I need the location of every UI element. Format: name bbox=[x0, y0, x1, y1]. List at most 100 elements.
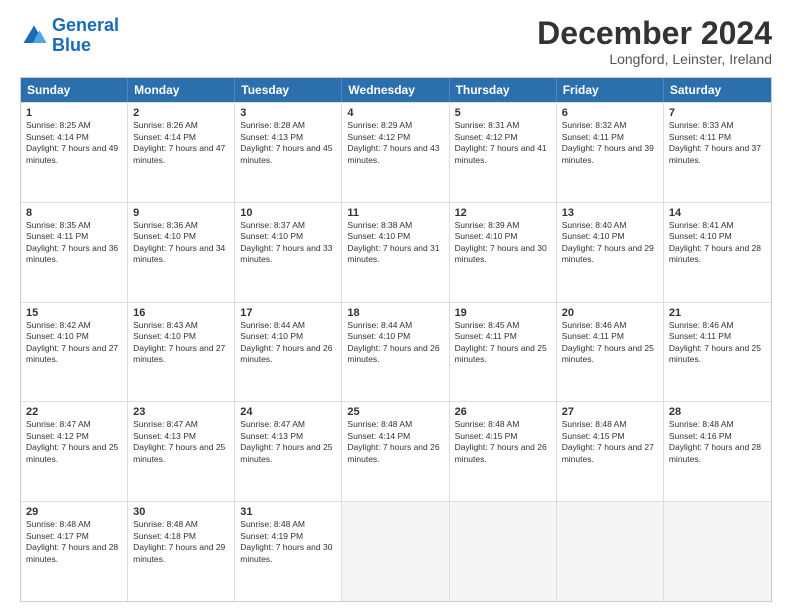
calendar-row: 22Sunrise: 8:47 AM Sunset: 4:12 PM Dayli… bbox=[21, 401, 771, 501]
day-number: 10 bbox=[240, 207, 336, 219]
weekday-header: Sunday bbox=[21, 78, 128, 102]
cell-info: Sunrise: 8:39 AM Sunset: 4:10 PM Dayligh… bbox=[455, 220, 551, 266]
calendar-cell: 28Sunrise: 8:48 AM Sunset: 4:16 PM Dayli… bbox=[664, 402, 771, 501]
logo-icon bbox=[20, 22, 48, 50]
calendar-cell: 26Sunrise: 8:48 AM Sunset: 4:15 PM Dayli… bbox=[450, 402, 557, 501]
cell-info: Sunrise: 8:25 AM Sunset: 4:14 PM Dayligh… bbox=[26, 120, 122, 166]
cell-info: Sunrise: 8:46 AM Sunset: 4:11 PM Dayligh… bbox=[669, 320, 766, 366]
calendar-cell: 6Sunrise: 8:32 AM Sunset: 4:11 PM Daylig… bbox=[557, 103, 664, 202]
calendar-cell: 1Sunrise: 8:25 AM Sunset: 4:14 PM Daylig… bbox=[21, 103, 128, 202]
page: General Blue December 2024 Longford, Lei… bbox=[0, 0, 792, 612]
logo-text: General Blue bbox=[52, 16, 119, 56]
calendar-cell bbox=[450, 502, 557, 601]
day-number: 20 bbox=[562, 307, 658, 319]
calendar-cell: 30Sunrise: 8:48 AM Sunset: 4:18 PM Dayli… bbox=[128, 502, 235, 601]
calendar-cell bbox=[557, 502, 664, 601]
cell-info: Sunrise: 8:32 AM Sunset: 4:11 PM Dayligh… bbox=[562, 120, 658, 166]
calendar-cell: 3Sunrise: 8:28 AM Sunset: 4:13 PM Daylig… bbox=[235, 103, 342, 202]
cell-info: Sunrise: 8:40 AM Sunset: 4:10 PM Dayligh… bbox=[562, 220, 658, 266]
logo-line2: Blue bbox=[52, 35, 91, 55]
day-number: 8 bbox=[26, 207, 122, 219]
calendar-cell: 12Sunrise: 8:39 AM Sunset: 4:10 PM Dayli… bbox=[450, 203, 557, 302]
calendar-body: 1Sunrise: 8:25 AM Sunset: 4:14 PM Daylig… bbox=[21, 102, 771, 601]
day-number: 29 bbox=[26, 506, 122, 518]
calendar-row: 1Sunrise: 8:25 AM Sunset: 4:14 PM Daylig… bbox=[21, 102, 771, 202]
day-number: 16 bbox=[133, 307, 229, 319]
calendar-cell: 16Sunrise: 8:43 AM Sunset: 4:10 PM Dayli… bbox=[128, 303, 235, 402]
day-number: 15 bbox=[26, 307, 122, 319]
cell-info: Sunrise: 8:47 AM Sunset: 4:12 PM Dayligh… bbox=[26, 419, 122, 465]
calendar-cell: 20Sunrise: 8:46 AM Sunset: 4:11 PM Dayli… bbox=[557, 303, 664, 402]
weekday-header: Wednesday bbox=[342, 78, 449, 102]
calendar-cell: 31Sunrise: 8:48 AM Sunset: 4:19 PM Dayli… bbox=[235, 502, 342, 601]
cell-info: Sunrise: 8:44 AM Sunset: 4:10 PM Dayligh… bbox=[240, 320, 336, 366]
calendar-cell: 7Sunrise: 8:33 AM Sunset: 4:11 PM Daylig… bbox=[664, 103, 771, 202]
day-number: 26 bbox=[455, 406, 551, 418]
day-number: 31 bbox=[240, 506, 336, 518]
day-number: 18 bbox=[347, 307, 443, 319]
day-number: 12 bbox=[455, 207, 551, 219]
cell-info: Sunrise: 8:28 AM Sunset: 4:13 PM Dayligh… bbox=[240, 120, 336, 166]
day-number: 23 bbox=[133, 406, 229, 418]
calendar-cell bbox=[664, 502, 771, 601]
calendar-cell: 19Sunrise: 8:45 AM Sunset: 4:11 PM Dayli… bbox=[450, 303, 557, 402]
day-number: 19 bbox=[455, 307, 551, 319]
cell-info: Sunrise: 8:37 AM Sunset: 4:10 PM Dayligh… bbox=[240, 220, 336, 266]
cell-info: Sunrise: 8:48 AM Sunset: 4:15 PM Dayligh… bbox=[455, 419, 551, 465]
day-number: 13 bbox=[562, 207, 658, 219]
calendar-cell: 11Sunrise: 8:38 AM Sunset: 4:10 PM Dayli… bbox=[342, 203, 449, 302]
cell-info: Sunrise: 8:43 AM Sunset: 4:10 PM Dayligh… bbox=[133, 320, 229, 366]
logo: General Blue bbox=[20, 16, 119, 56]
cell-info: Sunrise: 8:46 AM Sunset: 4:11 PM Dayligh… bbox=[562, 320, 658, 366]
cell-info: Sunrise: 8:48 AM Sunset: 4:18 PM Dayligh… bbox=[133, 519, 229, 565]
calendar-cell: 2Sunrise: 8:26 AM Sunset: 4:14 PM Daylig… bbox=[128, 103, 235, 202]
day-number: 2 bbox=[133, 107, 229, 119]
weekday-header: Saturday bbox=[664, 78, 771, 102]
title-section: December 2024 Longford, Leinster, Irelan… bbox=[537, 16, 772, 67]
day-number: 21 bbox=[669, 307, 766, 319]
calendar-cell: 18Sunrise: 8:44 AM Sunset: 4:10 PM Dayli… bbox=[342, 303, 449, 402]
day-number: 22 bbox=[26, 406, 122, 418]
logo-line1: General bbox=[52, 15, 119, 35]
location: Longford, Leinster, Ireland bbox=[537, 51, 772, 67]
cell-info: Sunrise: 8:31 AM Sunset: 4:12 PM Dayligh… bbox=[455, 120, 551, 166]
calendar-cell: 29Sunrise: 8:48 AM Sunset: 4:17 PM Dayli… bbox=[21, 502, 128, 601]
day-number: 30 bbox=[133, 506, 229, 518]
weekday-header: Monday bbox=[128, 78, 235, 102]
calendar-cell: 17Sunrise: 8:44 AM Sunset: 4:10 PM Dayli… bbox=[235, 303, 342, 402]
day-number: 25 bbox=[347, 406, 443, 418]
calendar: SundayMondayTuesdayWednesdayThursdayFrid… bbox=[20, 77, 772, 602]
calendar-row: 8Sunrise: 8:35 AM Sunset: 4:11 PM Daylig… bbox=[21, 202, 771, 302]
day-number: 3 bbox=[240, 107, 336, 119]
calendar-cell: 9Sunrise: 8:36 AM Sunset: 4:10 PM Daylig… bbox=[128, 203, 235, 302]
cell-info: Sunrise: 8:48 AM Sunset: 4:14 PM Dayligh… bbox=[347, 419, 443, 465]
cell-info: Sunrise: 8:36 AM Sunset: 4:10 PM Dayligh… bbox=[133, 220, 229, 266]
calendar-row: 15Sunrise: 8:42 AM Sunset: 4:10 PM Dayli… bbox=[21, 302, 771, 402]
calendar-cell: 8Sunrise: 8:35 AM Sunset: 4:11 PM Daylig… bbox=[21, 203, 128, 302]
calendar-cell: 27Sunrise: 8:48 AM Sunset: 4:15 PM Dayli… bbox=[557, 402, 664, 501]
cell-info: Sunrise: 8:47 AM Sunset: 4:13 PM Dayligh… bbox=[240, 419, 336, 465]
cell-info: Sunrise: 8:42 AM Sunset: 4:10 PM Dayligh… bbox=[26, 320, 122, 366]
day-number: 27 bbox=[562, 406, 658, 418]
cell-info: Sunrise: 8:48 AM Sunset: 4:17 PM Dayligh… bbox=[26, 519, 122, 565]
calendar-cell: 13Sunrise: 8:40 AM Sunset: 4:10 PM Dayli… bbox=[557, 203, 664, 302]
cell-info: Sunrise: 8:44 AM Sunset: 4:10 PM Dayligh… bbox=[347, 320, 443, 366]
cell-info: Sunrise: 8:45 AM Sunset: 4:11 PM Dayligh… bbox=[455, 320, 551, 366]
cell-info: Sunrise: 8:29 AM Sunset: 4:12 PM Dayligh… bbox=[347, 120, 443, 166]
day-number: 14 bbox=[669, 207, 766, 219]
cell-info: Sunrise: 8:33 AM Sunset: 4:11 PM Dayligh… bbox=[669, 120, 766, 166]
day-number: 6 bbox=[562, 107, 658, 119]
calendar-row: 29Sunrise: 8:48 AM Sunset: 4:17 PM Dayli… bbox=[21, 501, 771, 601]
calendar-cell: 23Sunrise: 8:47 AM Sunset: 4:13 PM Dayli… bbox=[128, 402, 235, 501]
calendar-cell: 15Sunrise: 8:42 AM Sunset: 4:10 PM Dayli… bbox=[21, 303, 128, 402]
calendar-cell: 10Sunrise: 8:37 AM Sunset: 4:10 PM Dayli… bbox=[235, 203, 342, 302]
cell-info: Sunrise: 8:48 AM Sunset: 4:19 PM Dayligh… bbox=[240, 519, 336, 565]
calendar-cell bbox=[342, 502, 449, 601]
month-title: December 2024 bbox=[537, 16, 772, 51]
cell-info: Sunrise: 8:47 AM Sunset: 4:13 PM Dayligh… bbox=[133, 419, 229, 465]
calendar-cell: 21Sunrise: 8:46 AM Sunset: 4:11 PM Dayli… bbox=[664, 303, 771, 402]
day-number: 9 bbox=[133, 207, 229, 219]
calendar-cell: 22Sunrise: 8:47 AM Sunset: 4:12 PM Dayli… bbox=[21, 402, 128, 501]
day-number: 28 bbox=[669, 406, 766, 418]
header: General Blue December 2024 Longford, Lei… bbox=[20, 16, 772, 67]
